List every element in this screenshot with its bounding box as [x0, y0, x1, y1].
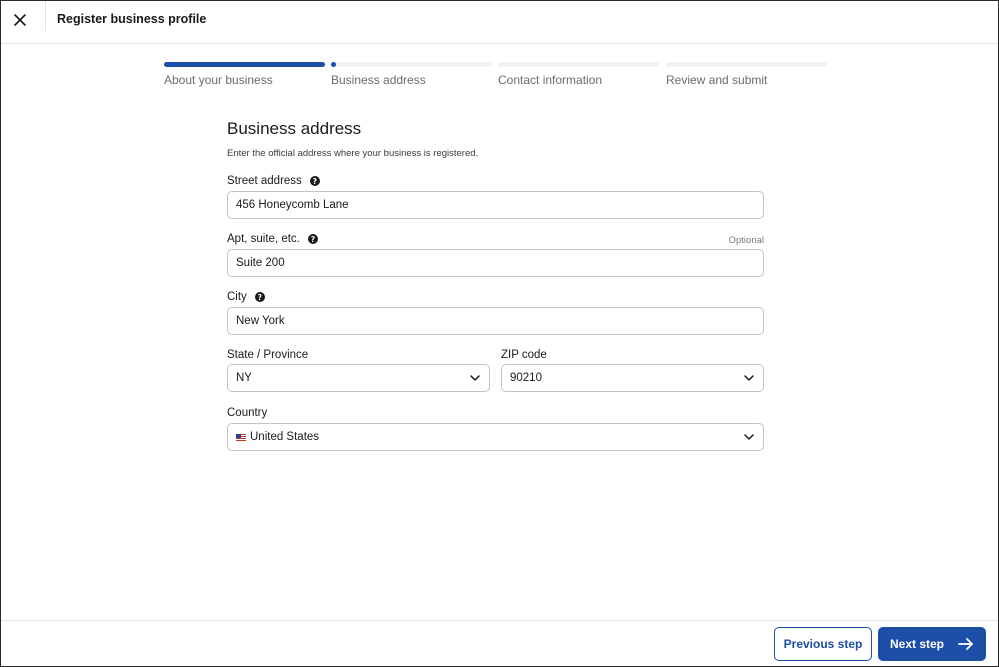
- current-step-indicator: [331, 62, 336, 67]
- city-field[interactable]: [227, 307, 764, 335]
- previous-step-label: Previous step: [783, 637, 863, 651]
- chevron-down-icon: [744, 375, 754, 381]
- close-icon: [14, 14, 26, 26]
- arrow-right-icon: [958, 638, 973, 650]
- zip-label-text: ZIP code: [501, 349, 547, 361]
- app-window: Register business profile About your bus…: [0, 0, 999, 667]
- step-label: Contact information: [498, 73, 603, 87]
- state-select-value: NY: [236, 372, 252, 384]
- apt-suite-field[interactable]: [227, 249, 764, 277]
- country-select[interactable]: United States: [227, 423, 764, 451]
- street-address-field[interactable]: [227, 191, 764, 219]
- form-title: Business address: [227, 119, 362, 138]
- state-select[interactable]: NY: [227, 364, 490, 392]
- state-label: State / Province: [227, 349, 308, 361]
- help-icon[interactable]: ?: [307, 234, 318, 244]
- chevron-down-icon: [744, 434, 754, 440]
- step-track: [498, 62, 659, 67]
- form-description: Enter the official address where your bu…: [227, 148, 479, 159]
- street-address-input[interactable]: [236, 199, 763, 211]
- city-label: City ?: [227, 291, 265, 303]
- apt-suite-label: Apt, suite, etc. ?: [227, 233, 318, 245]
- help-icon[interactable]: ?: [254, 292, 265, 302]
- street-address-label-text: Street address: [227, 175, 302, 187]
- country-label-text: Country: [227, 407, 268, 419]
- previous-step-button[interactable]: Previous step: [774, 627, 872, 661]
- street-address-label: Street address ?: [227, 175, 320, 187]
- progress-stepper: About your business Business address Con…: [164, 62, 827, 92]
- city-label-text: City: [227, 291, 247, 303]
- header: Register business profile: [1, 1, 998, 44]
- page-title: Register business profile: [57, 12, 207, 26]
- business-address-form: Business address Enter the official addr…: [227, 119, 764, 451]
- zip-label: ZIP code: [501, 349, 547, 361]
- state-label-text: State / Province: [227, 349, 309, 361]
- country-select-value: United States: [250, 431, 320, 443]
- step-track: [666, 62, 827, 67]
- step-review-and-submit: Review and submit: [666, 62, 827, 87]
- city-input[interactable]: [236, 315, 763, 327]
- step-label: Review and submit: [666, 73, 768, 87]
- step-about-your-business: About your business: [164, 62, 325, 87]
- optional-hint: Optional: [728, 235, 764, 246]
- step-contact-information: Contact information: [498, 62, 659, 87]
- footer: Previous step Next step: [1, 620, 998, 666]
- us-flag-icon: [236, 433, 246, 441]
- step-progress-fill: [164, 62, 325, 67]
- step-label: Business address: [331, 73, 426, 87]
- step-business-address: Business address: [331, 62, 492, 87]
- zip-select[interactable]: 90210: [501, 364, 764, 392]
- next-step-button[interactable]: Next step: [878, 627, 986, 661]
- step-label: About your business: [164, 73, 273, 87]
- zip-select-value: 90210: [510, 372, 542, 384]
- help-icon[interactable]: ?: [309, 176, 320, 186]
- step-track: [164, 62, 325, 67]
- next-step-label: Next step: [889, 637, 945, 651]
- step-track: [331, 62, 492, 67]
- apt-suite-label-text: Apt, suite, etc.: [227, 233, 300, 245]
- country-label: Country: [227, 407, 267, 419]
- header-divider: [45, 1, 46, 31]
- chevron-down-icon: [470, 375, 480, 381]
- close-button[interactable]: [9, 9, 31, 31]
- apt-suite-input[interactable]: [236, 257, 763, 269]
